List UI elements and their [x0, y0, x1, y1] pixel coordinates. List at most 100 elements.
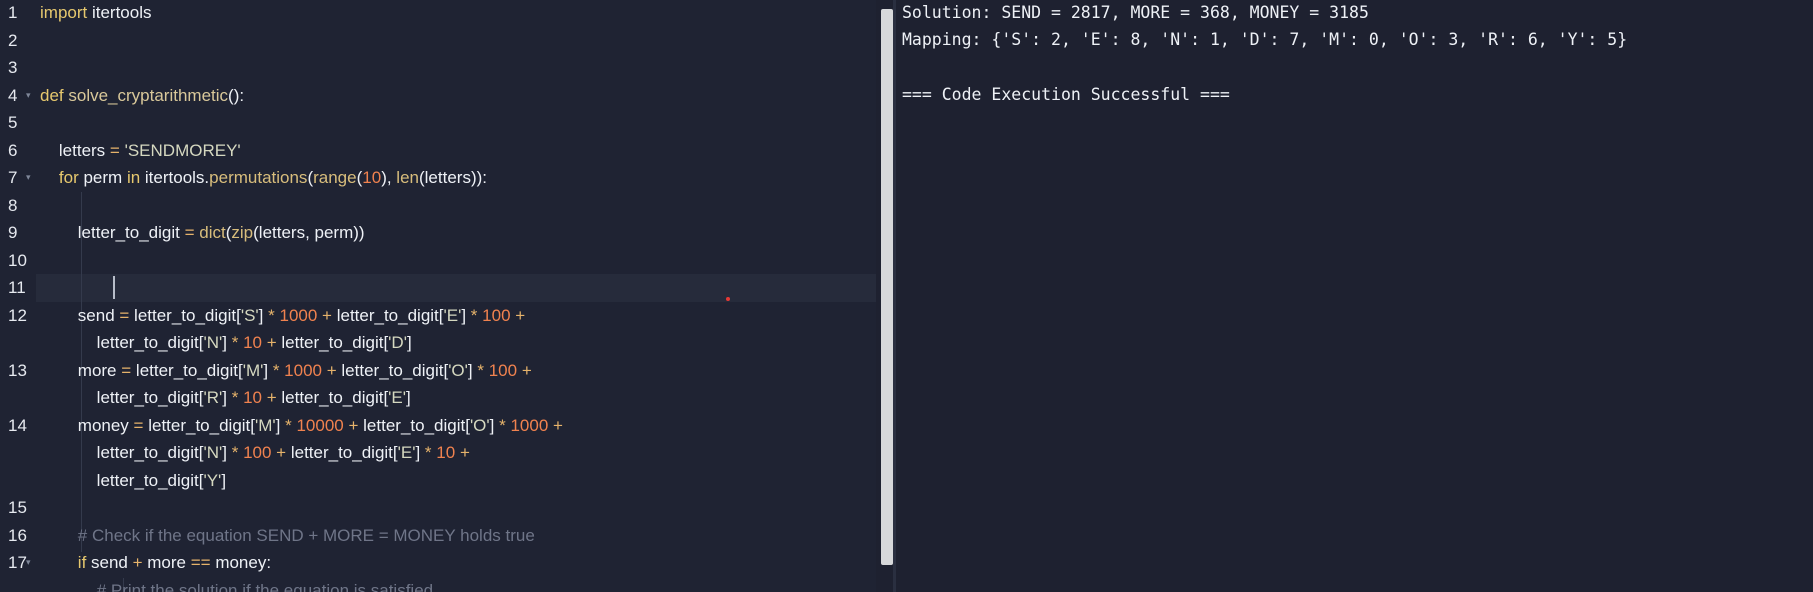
code-token: ), — [381, 168, 397, 187]
code-token: 'M' — [255, 415, 276, 435]
code-line[interactable]: 14 money = letter_to_digit['M'] * 10000 … — [0, 412, 876, 440]
code-token: money — [40, 415, 134, 435]
code-line[interactable]: 10 — [0, 247, 876, 275]
code-token: + — [326, 360, 337, 380]
line-number: 7 — [8, 168, 18, 187]
code-text: # Check if the equation SEND + MORE = MO… — [40, 522, 535, 550]
fold-toggle-icon[interactable]: ▾ — [26, 82, 31, 110]
output-status-line: === Code Execution Successful === — [902, 85, 1230, 104]
code-line[interactable]: 8 — [0, 192, 876, 220]
code-token: ] — [258, 305, 269, 325]
code-line[interactable]: 1 import itertools — [0, 0, 876, 27]
code-token: (letters, perm)) — [253, 223, 365, 242]
code-text: # Print the solution if the equation is … — [40, 577, 433, 592]
code-line[interactable]: 3 — [0, 54, 876, 82]
code-text: more = letter_to_digit['M'] * 1000 + let… — [40, 357, 532, 385]
code-editor[interactable]: 1 import itertools 2 3 4 ▾ def solve_cryptarit… — [0, 0, 876, 592]
line-number: 1 — [8, 3, 18, 22]
editor-scrollbar[interactable] — [881, 9, 893, 565]
line-number: 10 — [8, 250, 27, 270]
code-line[interactable]: letter_to_digit['N'] * 100 + letter_to_d… — [0, 439, 876, 467]
code-token: # Check if the equation SEND + MORE = MO… — [77, 525, 535, 545]
code-token: more — [40, 360, 122, 380]
code-token: 'Y' — [203, 470, 222, 490]
code-line[interactable]: 11 — [0, 274, 876, 302]
code-line[interactable]: 2 — [0, 27, 876, 55]
code-token: ] — [222, 388, 232, 407]
code-token: 10 — [436, 443, 456, 462]
code-token: dict — [199, 223, 226, 242]
code-token: letter_to_digit[ — [40, 333, 204, 352]
line-number: 8 — [8, 195, 18, 215]
code-token: ] — [221, 470, 227, 490]
code-token: letter_to_digit — [40, 223, 185, 242]
code-token: len — [396, 168, 419, 187]
code-token: letter_to_digit[ — [336, 360, 449, 380]
code-token: ] — [222, 333, 232, 352]
code-token: 'E' — [443, 305, 462, 325]
code-token: + — [553, 415, 563, 435]
fold-toggle-icon[interactable]: ▾ — [26, 164, 31, 192]
code-line[interactable]: 6 letters = 'SENDMOREY' — [0, 137, 876, 165]
line-number: 5 — [8, 113, 18, 132]
code-token: == — [190, 553, 211, 572]
fold-toggle-icon[interactable]: ▾ — [26, 549, 31, 577]
code-line[interactable]: 5 — [0, 109, 876, 137]
code-text: letter_to_digit['N'] * 100 + letter_to_d… — [40, 439, 470, 467]
code-token: + — [322, 305, 332, 325]
code-line[interactable]: letter_to_digit['R'] * 10 + letter_to_di… — [0, 384, 876, 412]
code-token: solve_cryptarithmetic — [68, 85, 229, 105]
line-number: 14 — [8, 415, 27, 435]
code-line[interactable]: 12 send = letter_to_digit['S'] * 1000 + … — [0, 302, 876, 330]
line-number: 15 — [8, 498, 27, 517]
code-token: letter_to_digit[ — [286, 443, 398, 462]
code-token: letter_to_digit[ — [131, 360, 243, 380]
line-number: 4 — [8, 85, 18, 105]
code-token: itertools. — [140, 168, 210, 187]
output-mapping-line: Mapping: {'S': 2, 'E': 8, 'N': 1, 'D': 7… — [902, 30, 1628, 49]
code-line[interactable]: 7 ▾ for perm in itertools.permutations(ra… — [0, 164, 876, 192]
code-token: ] — [263, 360, 273, 380]
code-token: 'E' — [388, 388, 407, 407]
code-token: letter_to_digit[ — [40, 443, 204, 462]
code-line[interactable]: 4 ▾ def solve_cryptarithmetic(): — [0, 82, 876, 110]
code-token: 'R' — [203, 388, 223, 407]
code-line[interactable]: # Print the solution if the equation is … — [0, 577, 876, 592]
line-number: 12 — [8, 305, 27, 325]
code-token: + — [515, 305, 526, 325]
code-token: + — [276, 443, 287, 462]
code-token: 1000 — [284, 360, 322, 380]
code-token: ] — [275, 415, 286, 435]
code-text: import itertools — [40, 0, 151, 27]
code-token: permutations — [209, 168, 308, 187]
code-text: send = letter_to_digit['S'] * 1000 + let… — [40, 302, 525, 330]
code-token: 100 — [482, 305, 511, 325]
code-text: letter_to_digit['R'] * 10 + letter_to_di… — [40, 384, 411, 412]
code-token: 'O' — [448, 360, 468, 380]
code-line[interactable]: 17 ▾ if send + more == money: — [0, 549, 876, 577]
code-token: * — [285, 415, 292, 435]
code-text: letter_to_digit = dict(zip(letters, perm… — [40, 219, 365, 247]
code-line[interactable]: letter_to_digit['Y'] — [0, 467, 876, 495]
code-token: * — [477, 360, 484, 380]
code-text: money = letter_to_digit['M'] * 10000 + l… — [40, 412, 563, 440]
line-number: 9 — [8, 223, 18, 242]
code-token: ] — [467, 360, 478, 380]
code-token: # Print the solution if the equation is … — [96, 580, 434, 592]
code-token: = — [109, 140, 120, 160]
code-token: + — [521, 360, 532, 380]
code-line[interactable]: 13 more = letter_to_digit['M'] * 1000 + … — [0, 357, 876, 385]
code-line[interactable]: 16 # Check if the equation SEND + MORE =… — [0, 522, 876, 550]
line-number: 13 — [8, 360, 27, 380]
code-token: 'E' — [397, 443, 416, 462]
code-token: send — [86, 553, 133, 572]
code-line[interactable]: letter_to_digit['N'] * 10 + letter_to_di… — [0, 329, 876, 357]
code-line[interactable]: 9 letter_to_digit = dict(zip(letters, pe… — [0, 219, 876, 247]
line-number: 17 — [8, 553, 27, 572]
code-token: 1000 — [279, 305, 318, 325]
code-line[interactable]: 15 — [0, 494, 876, 522]
code-token: + — [459, 443, 470, 462]
code-token: ] — [406, 388, 411, 407]
code-token: 100 — [243, 443, 272, 462]
